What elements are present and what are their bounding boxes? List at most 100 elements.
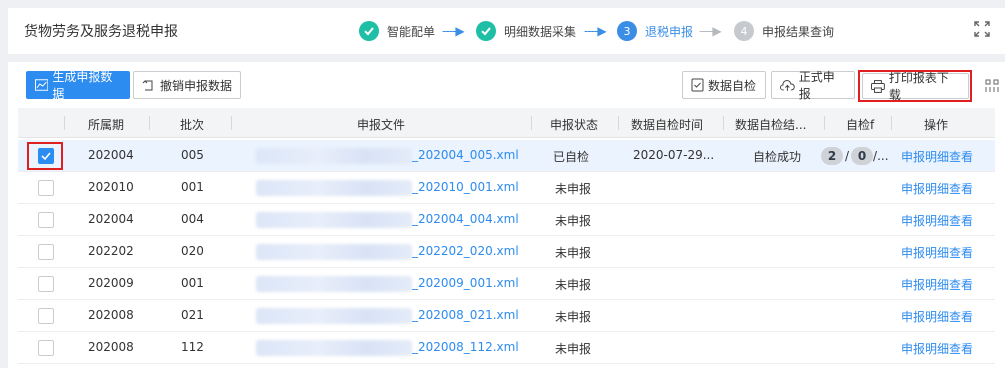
step-label: 明细数据采集: [504, 24, 577, 39]
redacted-filename: [256, 212, 412, 228]
cell-file[interactable]: _202009_001.xml: [412, 276, 519, 290]
cell-check-time: 2020-07-29...: [633, 148, 715, 162]
row-checkbox[interactable]: [38, 180, 54, 196]
cell-status: 未申报: [555, 310, 592, 324]
cell-file[interactable]: _202004_004.xml: [412, 212, 519, 226]
table-row[interactable]: 202009 001 _202009_001.xml 未申报 申报明细查看: [18, 268, 995, 300]
step-arrow: ----▶: [584, 24, 607, 38]
fullscreen-icon[interactable]: [973, 20, 993, 40]
table-row[interactable]: 202004 005 _202004_005.xml 已自检 2020-07-2…: [18, 140, 995, 172]
cell-batch: 005: [181, 148, 204, 162]
cell-file[interactable]: _202202_020.xml: [412, 244, 519, 258]
self-check-button[interactable]: 数据自检: [682, 71, 766, 99]
step-label: 智能配单: [387, 24, 436, 39]
table-row[interactable]: 202008 021 _202008_021.xml 未申报 申报明细查看: [18, 300, 995, 332]
column-divider: [64, 116, 65, 130]
col-status: 申报状态: [550, 118, 599, 132]
column-divider: [891, 116, 892, 130]
step-smart-match[interactable]: 智能配单: [359, 20, 435, 42]
column-settings-icon[interactable]: [985, 79, 999, 96]
step-detail-collect[interactable]: 明细数据采集: [476, 20, 576, 42]
highlight-box: [858, 70, 972, 102]
col-check-time: 数据自检时间: [631, 118, 704, 132]
table-row[interactable]: 202004 004 _202004_004.xml 未申报 申报明细查看: [18, 204, 995, 236]
column-divider: [723, 116, 724, 130]
cell-file[interactable]: _202004_005.xml: [412, 148, 519, 162]
count-tail: /...: [873, 149, 889, 163]
column-divider: [531, 116, 532, 130]
cell-file[interactable]: _202008_021.xml: [412, 308, 519, 322]
table-row[interactable]: 202202 020 _202202_020.xml 未申报 申报明细查看: [18, 236, 995, 268]
cell-period: 202004: [88, 212, 134, 226]
step-number: 3: [617, 21, 637, 41]
view-detail-link[interactable]: 申报明细查看: [901, 148, 973, 165]
chart-icon: [35, 79, 49, 91]
page-title: 货物劳务及服务退税申报: [24, 24, 178, 40]
cell-status: 未申报: [555, 214, 592, 228]
cell-period: 202202: [88, 244, 134, 258]
cell-file[interactable]: _202010_001.xml: [412, 180, 519, 194]
view-detail-link[interactable]: 申报明细查看: [901, 276, 973, 293]
check-icon: [476, 21, 496, 41]
table-header: 所属期 批次 申报文件 申报状态 数据自检时间 数据自检结... 自检f 操作: [18, 108, 995, 138]
count-badge: 0: [851, 147, 874, 165]
step-arrow: ----▶: [699, 24, 722, 38]
column-divider: [824, 116, 825, 130]
redacted-filename: [256, 340, 412, 356]
redacted-filename: [256, 276, 412, 292]
cell-period: 202008: [88, 308, 134, 322]
col-action: 操作: [924, 118, 949, 132]
undo-icon: [142, 80, 153, 91]
cell-status: 未申报: [555, 246, 592, 260]
col-batch: 批次: [180, 118, 205, 132]
cell-check-result: 自检成功: [753, 150, 802, 164]
formal-declare-button[interactable]: 正式申报: [771, 70, 855, 101]
cell-batch: 112: [181, 340, 204, 354]
redacted-filename: [256, 308, 412, 324]
row-checkbox[interactable]: [38, 212, 54, 228]
highlight-box: [27, 142, 63, 170]
cell-batch: 004: [181, 212, 204, 226]
table-row[interactable]: 202010 001 _202010_001.xml 未申报 申报明细查看: [18, 172, 995, 204]
cell-file[interactable]: _202008_112.xml: [412, 340, 519, 354]
count-badge: 2: [821, 147, 843, 165]
cloud-upload-icon: [780, 79, 795, 91]
row-checkbox[interactable]: [38, 340, 54, 356]
row-checkbox[interactable]: [38, 276, 54, 292]
view-detail-link[interactable]: 申报明细查看: [901, 212, 973, 229]
step-arrow: ----▶: [442, 24, 465, 38]
table-row[interactable]: 202008 112 _202008_112.xml 未申报 申报明细查看: [18, 332, 995, 364]
cell-batch: 021: [181, 308, 204, 322]
cell-period: 202004: [88, 148, 134, 162]
revoke-data-label: 撤销申报数据: [160, 78, 233, 93]
column-divider: [231, 116, 232, 130]
view-detail-link[interactable]: 申报明细查看: [901, 180, 973, 197]
cell-batch: 020: [181, 244, 204, 258]
col-check-result: 数据自检结...: [735, 118, 807, 132]
cell-check-count: 2/0/...: [821, 147, 889, 165]
self-check-label: 数据自检: [708, 78, 757, 93]
step-result-query[interactable]: 4 申报结果查询: [734, 20, 834, 42]
row-checkbox[interactable]: [38, 244, 54, 260]
view-detail-link[interactable]: 申报明细查看: [901, 244, 973, 261]
revoke-data-button[interactable]: 撤销申报数据: [133, 71, 241, 99]
cell-period: 202010: [88, 180, 134, 194]
step-label: 退税申报: [645, 24, 694, 39]
cell-batch: 001: [181, 180, 204, 194]
cell-status: 已自检: [553, 150, 590, 164]
cell-status: 未申报: [555, 342, 592, 356]
row-checkbox[interactable]: [38, 308, 54, 324]
check-icon: [359, 21, 379, 41]
redacted-filename: [256, 180, 412, 196]
col-file: 申报文件: [357, 118, 406, 132]
cell-status: 未申报: [555, 278, 592, 292]
clipboard-check-icon: [691, 78, 704, 92]
generate-data-label: 生成申报数据: [52, 70, 113, 101]
view-detail-link[interactable]: 申报明细查看: [901, 308, 973, 325]
view-detail-link[interactable]: 申报明细查看: [901, 340, 973, 357]
step-number: 4: [734, 21, 754, 41]
step-refund-declare[interactable]: 3 退税申报: [617, 20, 693, 42]
generate-data-button[interactable]: 生成申报数据: [26, 70, 130, 101]
header-bar: 货物劳务及服务退税申报 智能配单 ----▶ 明细数据采集 ----▶ 3 退税…: [8, 8, 1005, 54]
column-divider: [618, 116, 619, 130]
